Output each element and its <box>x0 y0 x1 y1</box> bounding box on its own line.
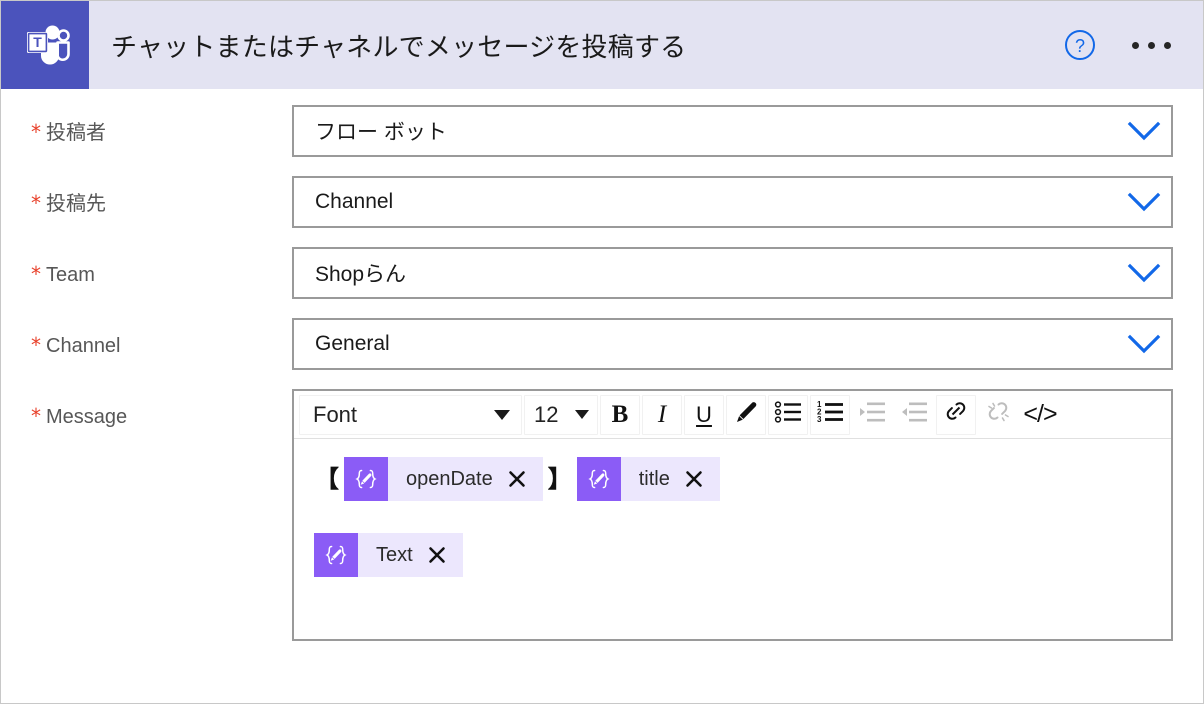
form-row-message: * Message Font 12 B I U 1 2 3 </> 【 open… <box>31 389 1173 641</box>
svg-text:?: ? <box>1075 36 1085 56</box>
form-row-poster: * 投稿者 フロー ボット <box>31 105 1173 157</box>
underline-icon: U <box>696 401 712 427</box>
dynamic-content-icon <box>576 457 621 501</box>
dynamic-content-icon <box>344 457 388 501</box>
dropdown-poster[interactable]: フロー ボット <box>292 105 1173 157</box>
bold-icon: B <box>611 400 629 428</box>
bold-button[interactable]: B <box>600 394 640 435</box>
ellipsis-icon[interactable] <box>1130 36 1173 55</box>
dynamic-content-icon <box>314 533 358 577</box>
bulleted-list-button[interactable] <box>768 394 808 435</box>
italic-button[interactable]: I <box>642 394 682 435</box>
required-marker: * <box>31 262 41 286</box>
field-label-poster: * 投稿者 <box>31 105 292 143</box>
page-title: チャットまたはチャネルでメッセージを投稿する <box>111 31 687 62</box>
close-bracket-text: 】 <box>547 465 572 493</box>
rich-text-toolbar: Font 12 B I U 1 2 3 </> <box>294 391 1171 439</box>
italic-icon: I <box>657 400 667 428</box>
indent-button <box>852 394 892 435</box>
message-line-1: 【 openDate 】 title <box>314 457 1151 501</box>
form-row-post-to: * 投稿先 Channel <box>31 176 1173 228</box>
remove-token-button[interactable] <box>499 457 543 501</box>
message-editor-canvas[interactable]: 【 openDate 】 title Text <box>294 439 1171 639</box>
open-bracket-text: 【 <box>315 465 339 493</box>
dynamic-token-label: openDate <box>406 467 493 490</box>
field-label-text: 投稿者 <box>46 122 106 144</box>
link-icon <box>942 399 970 430</box>
field-label-text: Team <box>46 264 95 286</box>
dynamic-token-label: Text <box>376 543 413 566</box>
field-label-channel: * Channel <box>31 318 292 356</box>
highlight-button[interactable] <box>726 394 766 435</box>
field-control-message: Font 12 B I U 1 2 3 </> 【 openDate 】 tit… <box>292 389 1173 641</box>
field-label-text: Message <box>46 406 128 428</box>
chevron-down-icon <box>494 409 510 420</box>
dropdown-post-to-value: Channel <box>315 190 394 213</box>
dropdown-poster-value: フロー ボット <box>315 121 447 144</box>
chevron-down-icon[interactable] <box>1117 192 1171 212</box>
header-actions: ? <box>1064 29 1203 61</box>
field-control-team: Shopらん <box>292 247 1173 299</box>
form-row-channel: * Channel General <box>31 318 1173 370</box>
insert-link-button[interactable] <box>936 394 976 435</box>
message-line-2: Text <box>314 533 1151 577</box>
dropdown-team[interactable]: Shopらん <box>292 247 1173 299</box>
code-view-button[interactable]: </> <box>1020 394 1060 435</box>
card-header: T チャットまたはチャネルでメッセージを投稿する ? <box>1 1 1203 89</box>
dynamic-token-opendate[interactable]: openDate <box>344 457 543 501</box>
field-control-poster: フロー ボット <box>292 105 1173 157</box>
dropdown-post-to[interactable]: Channel <box>292 176 1173 228</box>
field-label-message: * Message <box>31 389 292 427</box>
numbered-list-icon: 1 2 3 <box>816 399 844 430</box>
dropdown-channel[interactable]: General <box>292 318 1173 370</box>
indent-icon <box>858 399 886 430</box>
svg-text:T: T <box>33 34 42 50</box>
form-body: * 投稿者 フロー ボット * 投稿先 Channel * Team Shopら… <box>1 89 1203 641</box>
field-control-post-to: Channel <box>292 176 1173 228</box>
dynamic-token-title[interactable]: title <box>576 457 720 501</box>
field-label-post-to: * 投稿先 <box>31 176 292 214</box>
chevron-down-icon[interactable] <box>1117 263 1171 283</box>
field-control-channel: General <box>292 318 1173 370</box>
chevron-down-icon <box>575 410 589 419</box>
font-size-dropdown[interactable]: 12 <box>524 394 598 435</box>
required-marker: * <box>31 120 41 144</box>
chevron-down-icon[interactable] <box>1117 334 1171 354</box>
chevron-down-icon[interactable] <box>1117 121 1171 141</box>
help-circle-icon[interactable]: ? <box>1064 29 1096 61</box>
required-marker: * <box>31 404 41 428</box>
remove-link-button <box>978 394 1018 435</box>
post-message-card: T チャットまたはチャネルでメッセージを投稿する ? * 投稿者 フロー ボット… <box>0 0 1204 704</box>
required-marker: * <box>31 333 41 357</box>
dynamic-token-text[interactable]: Text <box>314 533 463 577</box>
code-icon: </> <box>1023 400 1057 428</box>
bullet-list-icon <box>774 399 802 430</box>
dynamic-token-label: title <box>638 467 670 490</box>
dropdown-channel-value: General <box>315 332 390 355</box>
remove-token-button[interactable] <box>676 457 720 501</box>
font-size-value: 12 <box>534 401 559 427</box>
underline-button[interactable]: U <box>684 394 724 435</box>
pencil-icon <box>733 399 759 430</box>
form-row-team: * Team Shopらん <box>31 247 1173 299</box>
numbered-list-button[interactable]: 1 2 3 <box>810 394 850 435</box>
remove-token-button[interactable] <box>419 533 463 577</box>
font-family-dropdown[interactable]: Font <box>299 394 522 435</box>
font-family-value: Font <box>313 401 358 427</box>
required-marker: * <box>31 191 41 215</box>
rich-text-editor: Font 12 B I U 1 2 3 </> 【 openDate 】 tit… <box>292 389 1173 641</box>
svg-text:3: 3 <box>817 415 822 424</box>
field-label-team: * Team <box>31 247 292 285</box>
field-label-text: Channel <box>46 335 121 357</box>
outdent-icon <box>900 399 928 430</box>
outdent-button <box>894 394 934 435</box>
microsoft-teams-icon: T <box>1 1 89 89</box>
dropdown-team-value: Shopらん <box>315 263 407 286</box>
unlink-icon <box>984 399 1012 430</box>
field-label-text: 投稿先 <box>46 193 106 215</box>
